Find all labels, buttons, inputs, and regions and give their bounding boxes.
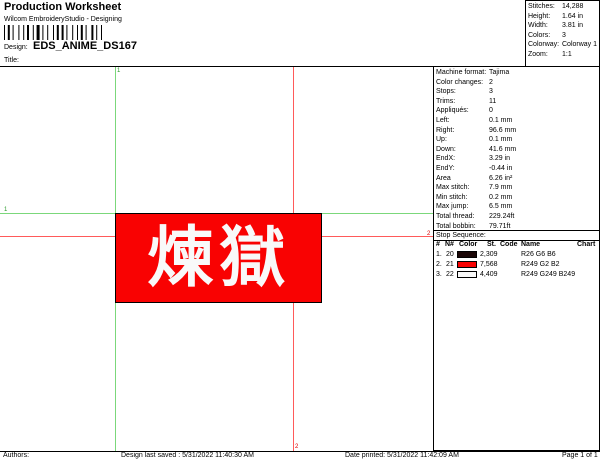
seq-row-name: R249 G249 B249 xyxy=(521,271,576,278)
machine-value: 96.6 mm xyxy=(489,126,517,134)
guide-label-bottom: 2 xyxy=(295,444,299,450)
machine-label: Min stitch: xyxy=(436,193,468,201)
col-code: Code xyxy=(500,241,518,248)
date-printed: Date printed: 5/31/2022 11:42:09 AM xyxy=(345,452,459,459)
machine-label: Max jump: xyxy=(436,203,469,211)
guide-label-left: 1 xyxy=(4,207,8,213)
seq-color-swatch xyxy=(457,271,477,278)
machine-label: Up: xyxy=(436,136,447,144)
last-saved: Design last saved : 5/31/2022 11:40:30 A… xyxy=(121,452,254,459)
worksheet-title: Production Worksheet xyxy=(4,1,122,13)
machine-label: Machine format: xyxy=(436,69,487,76)
col-st: St. xyxy=(487,241,496,248)
seq-row-num: 3. xyxy=(436,271,442,278)
machine-label: Max stitch: xyxy=(436,184,470,192)
seq-row-num: 1. xyxy=(436,251,442,258)
design-preview: 1 1 2 2 煉獄 xyxy=(0,67,433,451)
summary-value: 3.81 in xyxy=(562,22,584,30)
embroidery-design: 煉獄 xyxy=(115,213,322,303)
summary-label: Height: xyxy=(528,12,551,20)
seq-row-needle: 20 xyxy=(446,251,454,258)
machine-label: EndX: xyxy=(436,155,456,163)
summary-value: Colorway 1 xyxy=(562,41,598,49)
machine-value: 0 xyxy=(489,107,493,115)
summary-label: Colors: xyxy=(528,31,551,39)
machine-label: Area xyxy=(436,174,451,182)
guide-label-top: 1 xyxy=(117,68,121,74)
machine-value: 0.1 mm xyxy=(489,117,513,124)
machine-value: 2 xyxy=(489,78,493,86)
seq-row-stitches: 4,409 xyxy=(480,271,498,278)
machine-value: 6.26 in² xyxy=(489,174,513,182)
machine-value: 3.29 in xyxy=(489,155,511,163)
summary-value: 3 xyxy=(562,31,566,39)
title-label: Title: xyxy=(4,57,19,64)
summary-label: Stitches: xyxy=(528,3,555,10)
barcode xyxy=(4,25,102,40)
machine-value: -0.44 in xyxy=(489,165,513,172)
seq-row-num: 2. xyxy=(436,261,442,268)
machine-value: 6.5 mm xyxy=(489,203,513,211)
design-label: Design: xyxy=(4,44,28,51)
machine-value: 41.6 mm xyxy=(489,145,517,153)
summary-label: Width: xyxy=(528,22,548,30)
summary-value: 14,288 xyxy=(562,3,584,10)
page-number: Page 1 of 1 xyxy=(562,452,598,459)
footer-divider xyxy=(0,451,600,452)
col-name: Name xyxy=(521,241,541,248)
machine-label: Trims: xyxy=(436,97,456,105)
machine-value: 0.2 mm xyxy=(489,193,513,201)
col-num: # xyxy=(436,241,440,248)
seq-row-needle: 22 xyxy=(446,271,454,278)
design-name: EDS_ANIME_DS167 xyxy=(33,40,137,52)
seq-row-name: R26 G6 B6 xyxy=(521,251,556,258)
col-n: N# xyxy=(445,241,454,248)
machine-label: Color changes: xyxy=(436,78,484,86)
seq-color-swatch xyxy=(457,251,477,258)
machine-label: Stops: xyxy=(436,88,456,96)
summary-value: 1.64 in xyxy=(562,12,584,20)
seq-row-stitches: 7,568 xyxy=(480,261,498,268)
machine-value: Tajima xyxy=(489,69,510,76)
authors-label: Authors: xyxy=(3,452,30,459)
machine-label: Total thread: xyxy=(436,213,475,220)
machine-value: 229.24ft xyxy=(489,213,515,220)
summary-label: Colorway: xyxy=(528,41,560,49)
seq-color-swatch xyxy=(457,261,477,268)
design-text: 煉獄 xyxy=(147,219,292,296)
stop-sequence-title: Stop Sequence: xyxy=(436,232,486,239)
summary-value: 1:1 xyxy=(562,51,572,58)
machine-value: 7.9 mm xyxy=(489,184,513,192)
machine-label: Down: xyxy=(436,145,456,153)
machine-label: Appliqués: xyxy=(436,107,469,115)
col-color: Color xyxy=(459,241,478,248)
machine-label: Right: xyxy=(436,126,455,134)
machine-label: EndY: xyxy=(436,165,455,172)
machine-value: 0.1 mm xyxy=(489,136,513,144)
software-name: Wilcom EmbroideryStudio - Designing xyxy=(4,16,122,23)
col-chart: Chart xyxy=(577,241,596,248)
machine-value: 3 xyxy=(489,88,493,96)
seq-row-name: R249 G2 B2 xyxy=(521,261,560,268)
machine-label: Left: xyxy=(436,117,450,124)
seq-row-stitches: 2,309 xyxy=(480,251,498,258)
seq-row-needle: 21 xyxy=(446,261,454,268)
guide-label-right: 2 xyxy=(427,231,431,237)
summary-label: Zoom: xyxy=(528,51,548,58)
machine-value: 11 xyxy=(489,97,497,105)
